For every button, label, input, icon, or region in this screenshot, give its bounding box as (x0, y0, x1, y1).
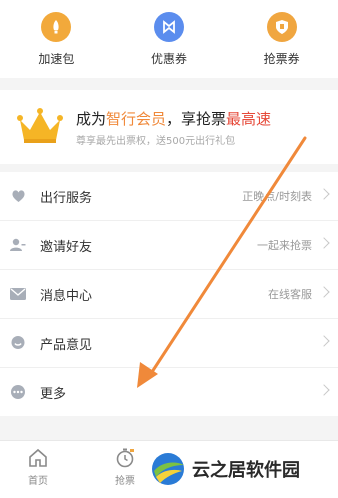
menu-item-product-feedback[interactable]: 产品意见 (0, 319, 338, 368)
watermark: 云之居软件园 (150, 447, 336, 491)
crown-icon (17, 108, 63, 143)
quick-tiles: 加速包 优惠券 抢票券 (0, 0, 338, 78)
menu-item-value: 正晚点/时刻表 (242, 190, 312, 203)
menu-item-more[interactable]: 更多 (0, 368, 338, 416)
vip-title-prefix: 成为 (76, 110, 107, 128)
tab-label: 首页 (28, 476, 48, 487)
settings-menu: 出行服务 正晚点/时刻表 邀请好友 一起来抢票 消息中心 在线客服 产品意见 更… (0, 172, 338, 416)
tab-home[interactable]: 首页 (8, 447, 68, 487)
tile-ticket-voucher[interactable]: 抢票券 (232, 12, 332, 67)
chevron-right-icon (318, 384, 330, 396)
ticket-shield-icon (266, 12, 297, 42)
menu-item-label: 消息中心 (40, 288, 93, 304)
menu-item-message-center[interactable]: 消息中心 在线客服 (0, 270, 338, 319)
vip-title-highlight: 智行会员 (106, 110, 167, 128)
coupon-icon (153, 12, 184, 42)
tab-grab-tickets[interactable]: 抢票 (95, 447, 155, 487)
chevron-right-icon (318, 335, 330, 347)
menu-item-value: 在线客服 (268, 288, 312, 301)
home-icon (29, 448, 47, 467)
feedback-icon (10, 335, 26, 351)
tile-label: 优惠券 (150, 52, 187, 66)
chevron-right-icon (318, 237, 330, 249)
tile-label: 加速包 (38, 52, 75, 66)
chevron-right-icon (318, 286, 330, 298)
menu-item-label: 出行服务 (40, 190, 93, 206)
menu-item-label: 产品意见 (40, 337, 93, 353)
more-icon (10, 384, 26, 400)
vip-title-highlight2: 最高速 (226, 110, 272, 128)
menu-item-travel-service[interactable]: 出行服务 正晚点/时刻表 (0, 172, 338, 221)
tile-coupon[interactable]: 优惠券 (119, 12, 219, 67)
menu-item-invite-friends[interactable]: 邀请好友 一起来抢票 (0, 221, 338, 270)
watermark-logo-icon (152, 453, 184, 485)
menu-item-value: 一起来抢票 (257, 239, 312, 252)
tile-label: 抢票券 (263, 52, 300, 66)
invite-user-icon (10, 237, 26, 253)
vip-title-mid: ，享抢票 (166, 110, 227, 128)
vip-banner[interactable]: 成为智行会员，享抢票最高速 尊享最先出票权，送500元出行礼包 (0, 90, 338, 164)
vip-subtitle: 尊享最先出票权，送500元出行礼包 (76, 136, 236, 147)
heart-icon (10, 188, 26, 204)
menu-item-label: 邀请好友 (40, 239, 93, 255)
menu-item-label: 更多 (40, 386, 67, 402)
mail-icon (10, 286, 26, 302)
chevron-right-icon (318, 188, 330, 200)
stopwatch-icon (116, 448, 134, 468)
rocket-icon (41, 12, 72, 42)
vip-title: 成为智行会员，享抢票最高速 (76, 108, 271, 129)
tab-label: 抢票 (115, 476, 135, 487)
watermark-text: 云之居软件园 (192, 460, 300, 481)
tile-speed-pack[interactable]: 加速包 (6, 12, 106, 67)
